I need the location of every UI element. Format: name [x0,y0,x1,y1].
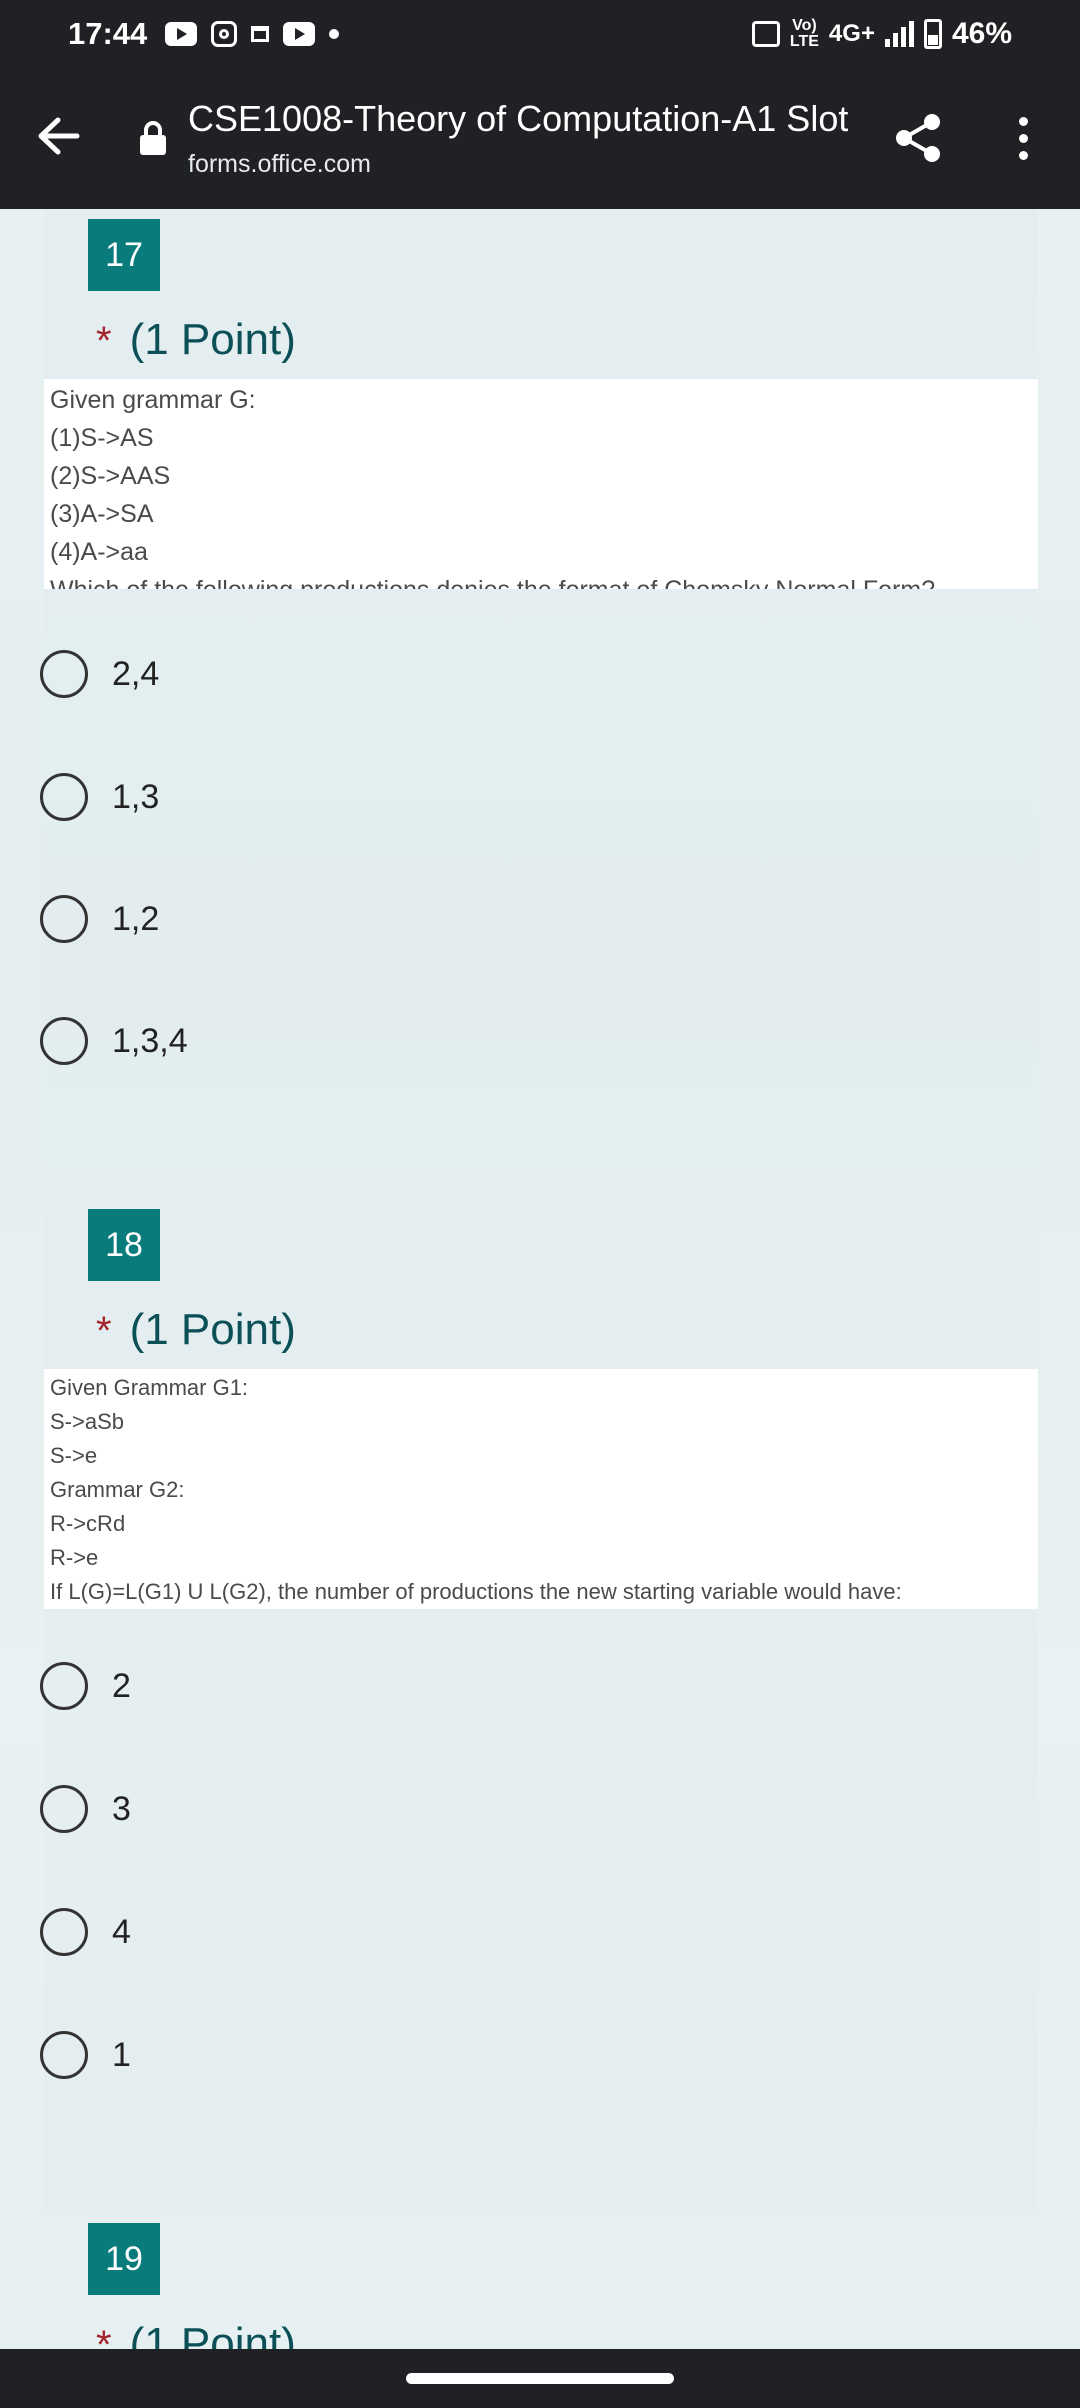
battery-icon [923,19,942,49]
vibrate-icon [751,21,780,47]
question-line: Given Grammar G1: [50,1375,249,1400]
radio-button[interactable] [40,1662,88,1710]
back-arrow-icon [38,117,80,155]
question-line: (4)A->aa [50,538,148,566]
system-icons: Vo) LTE 4G+ 46% [751,17,1012,51]
question-points: * (1 Point) [96,1305,296,1355]
signal-icon [884,21,914,47]
option-label: 3 [112,1789,131,1828]
youtube-icon [283,22,316,46]
answer-option[interactable]: 2,4 [40,648,159,700]
question-line: Given grammar G: [50,386,256,414]
answer-option[interactable]: 4 [40,1906,131,1958]
question-card [44,1209,1038,2209]
instagram-icon [211,21,238,47]
question-line: Grammar G2: [50,1477,185,1502]
answer-option[interactable]: 1,3 [40,771,159,823]
question-line: Which of the following productions denie… [50,571,1038,589]
question-text: Given grammar G: (1)S->AS (2)S->AAS (3)A… [44,379,1038,589]
page-url[interactable]: forms.office.com [188,150,371,179]
option-label: 4 [112,1912,131,1951]
youtube-icon [165,22,198,46]
question-line: (2)S->AAS [50,462,171,490]
more-options-button[interactable] [1000,108,1046,168]
radio-button[interactable] [40,1908,88,1956]
answer-option[interactable]: 2 [40,1660,131,1712]
form-content: 17 * (1 Point) Given grammar G: (1)S->AS … [0,209,1080,2349]
battery-level: 46% [951,17,1012,50]
status-time: 17:44 [68,16,148,51]
points-label: (1 Point) [129,315,296,364]
required-star: * [96,1309,112,1353]
notification-icons [165,21,340,47]
question-line: (3)A->SA [50,500,154,528]
points-label: (1 Point) [129,2319,296,2349]
answer-option[interactable]: 3 [40,1783,131,1835]
question-line: R->cRd [50,1511,126,1536]
volte-icon: Vo) LTE [789,17,819,50]
share-icon[interactable] [888,108,948,168]
navigation-bar [0,2349,1080,2408]
back-button[interactable] [30,108,86,164]
required-star: * [96,319,112,363]
question-line: S->aSb [50,1409,124,1434]
radio-button[interactable] [40,895,88,943]
question-number: 17 [88,219,160,291]
radio-button[interactable] [40,1785,88,1833]
dot-icon [329,29,340,39]
option-label: 1 [112,2035,131,2074]
answer-option[interactable]: 1,3,4 [40,1015,188,1067]
required-star: * [96,2323,112,2349]
question-line: S->e [50,1443,98,1468]
option-label: 1,2 [112,899,160,938]
option-label: 2 [112,1666,131,1705]
radio-button[interactable] [40,650,88,698]
answer-option[interactable]: 1 [40,2029,131,2081]
more-vert-icon [1018,116,1028,126]
home-gesture-handle[interactable] [406,2373,674,2384]
radio-button[interactable] [40,2031,88,2079]
option-label: 1,3 [112,777,160,816]
browser-toolbar: CSE1008-Theory of Computation-A1 Slot-..… [0,68,1080,209]
lock-icon [140,121,166,155]
question-number: 18 [88,1209,160,1281]
question-text: Given Grammar G1: S->aSb S->e Grammar G2… [44,1369,1038,1609]
radio-button[interactable] [40,773,88,821]
question-points: * (1 Point) [96,2319,296,2349]
status-bar: 17:44 Vo) LTE 4G+ 46% [0,0,1080,68]
page-title[interactable]: CSE1008-Theory of Computation-A1 Slot-..… [188,98,848,140]
question-number: 19 [88,2223,160,2295]
question-line: R->e [50,1545,99,1570]
answer-option[interactable]: 1,2 [40,893,159,945]
network-type: 4G+ [828,20,875,47]
option-label: 2,4 [112,654,160,693]
calendar-icon [251,26,270,42]
points-label: (1 Point) [129,1305,296,1354]
radio-button[interactable] [40,1017,88,1065]
question-points: * (1 Point) [96,315,296,365]
question-line: If L(G)=L(G1) U L(G2), the number of pro… [50,1579,902,1604]
question-line: (1)S->AS [50,424,154,452]
option-label: 1,3,4 [112,1021,188,1060]
